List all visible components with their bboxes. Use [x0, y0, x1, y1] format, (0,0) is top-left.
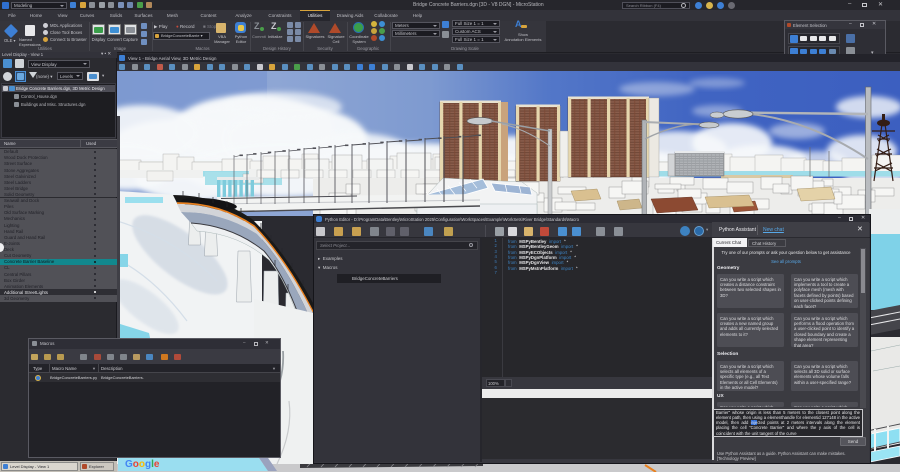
- svg-text:Google: Google: [125, 459, 160, 470]
